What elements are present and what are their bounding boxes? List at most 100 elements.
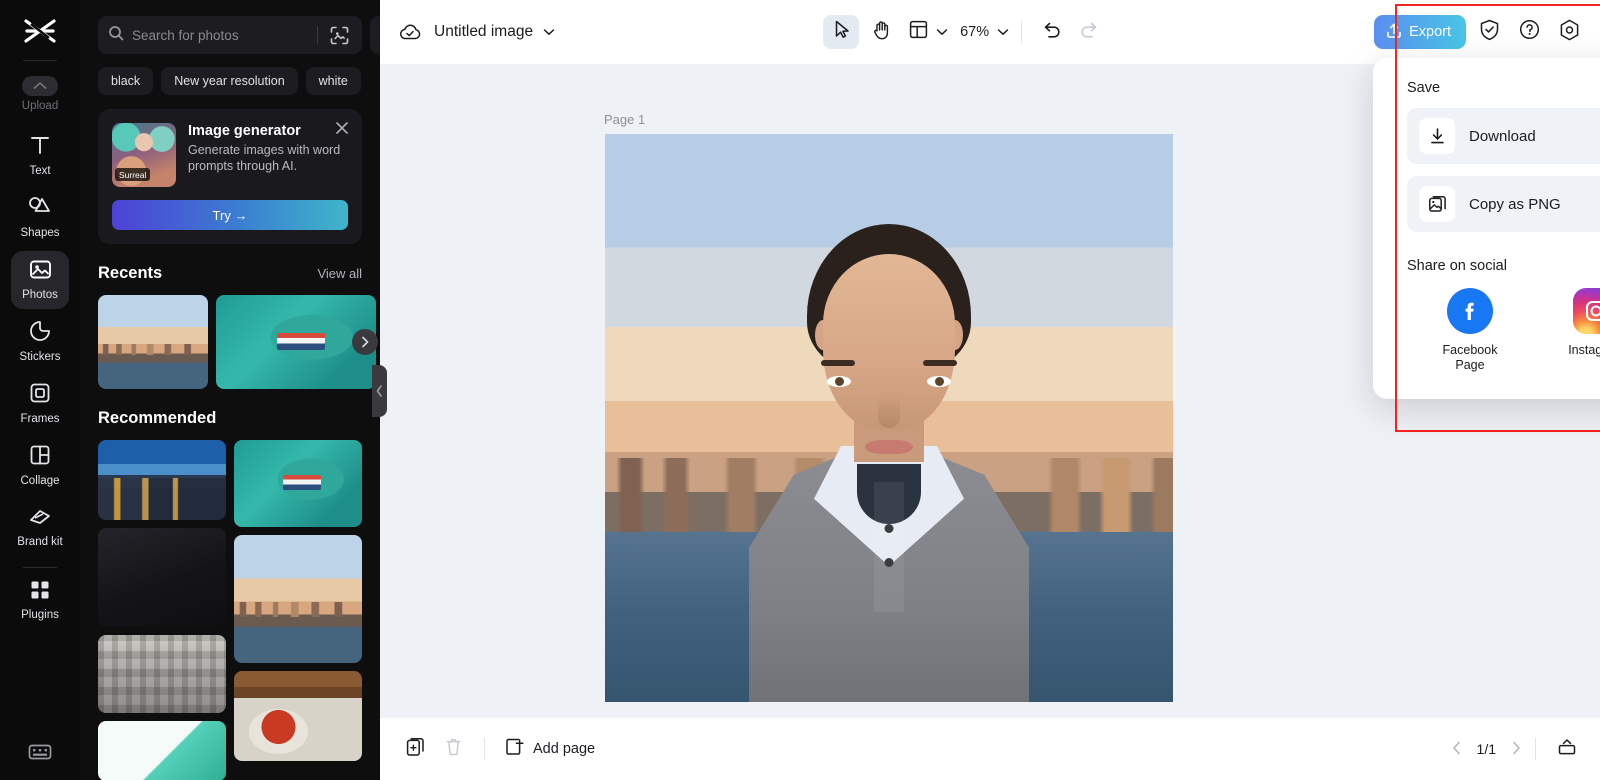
chevron-down-icon	[543, 23, 555, 41]
recommended-photo-dark-texture[interactable]	[98, 528, 226, 627]
help-circle-icon	[1519, 19, 1540, 45]
search-input[interactable]	[132, 27, 309, 43]
photos-panel-inner: black New year resolution white Surreal …	[80, 0, 380, 780]
page-indicator: 1/1	[1476, 741, 1496, 757]
recent-photo-nyc-skyline[interactable]	[98, 295, 208, 389]
download-menu-item[interactable]: Download	[1407, 108, 1600, 164]
masonry-column-left	[98, 440, 226, 780]
copy-as-png-menu-item[interactable]: Copy as PNG	[1407, 176, 1600, 232]
chip-black[interactable]: black	[98, 67, 154, 95]
hand-pan-tool-button[interactable]	[863, 15, 899, 49]
page-canvas[interactable]	[605, 134, 1173, 702]
chip-new-year-resolution[interactable]: New year resolution	[161, 67, 298, 95]
subject-brow-right	[821, 360, 855, 366]
panel-collapse-handle[interactable]	[372, 365, 387, 417]
cursor-select-tool-button[interactable]	[823, 15, 860, 49]
sidebar-item-label: Photos	[22, 288, 58, 301]
subject-placket	[874, 482, 904, 612]
export-upload-icon	[1386, 22, 1402, 43]
timeline-toggle-button[interactable]	[1550, 733, 1584, 765]
subject-eye-right	[827, 376, 851, 387]
promo-thumbnail: Surreal	[112, 123, 176, 187]
bottom-divider-2	[1535, 738, 1536, 760]
trash-icon	[445, 737, 462, 761]
undo-button[interactable]	[1034, 15, 1070, 49]
export-button-label: Export	[1409, 24, 1451, 40]
document-title-dropdown[interactable]: Untitled image	[434, 23, 555, 41]
search-icon	[108, 25, 124, 46]
duplicate-page-icon	[406, 737, 425, 762]
settings-button[interactable]	[1552, 15, 1586, 49]
redo-icon	[1079, 21, 1098, 43]
recommended-photo-city-night[interactable]	[98, 440, 226, 520]
chevron-left-icon[interactable]	[1452, 741, 1461, 758]
rail-bottom-area	[0, 743, 80, 766]
recents-header: Recents View all	[98, 264, 362, 283]
download-label: Download	[1469, 127, 1536, 145]
sidebar-item-brand-kit[interactable]: Brand kit	[11, 499, 69, 557]
capcut-logo-icon[interactable]	[19, 14, 61, 48]
cloud-check-icon[interactable]	[398, 22, 422, 42]
image-generator-promo-card[interactable]: Surreal Image generator Generate images …	[98, 109, 362, 244]
chevron-right-icon[interactable]	[1512, 741, 1521, 758]
cursor-select-icon	[833, 20, 850, 44]
share-instagram-button[interactable]: Instagram	[1561, 288, 1600, 373]
promo-try-button[interactable]: Try →	[112, 200, 348, 230]
recommended-photo-mint[interactable]	[98, 721, 226, 780]
frames-icon	[29, 382, 51, 409]
redo-button[interactable]	[1070, 15, 1106, 49]
sidebar-item-label: Collage	[20, 475, 60, 487]
recommended-photo-nyc-skyline[interactable]	[234, 535, 362, 663]
capcut-editor-app: Upload Text Shapes Photos Stickers Frame…	[0, 0, 1600, 780]
recents-next-arrow-icon[interactable]	[352, 329, 378, 355]
recommended-photo-temple[interactable]	[98, 635, 226, 713]
sidebar-item-upload[interactable]: Upload	[11, 65, 69, 123]
sidebar-item-collage[interactable]: Collage	[11, 437, 69, 495]
brand-kit-icon	[28, 507, 52, 532]
keyboard-icon[interactable]	[28, 743, 52, 766]
duplicate-page-button[interactable]	[398, 733, 432, 765]
hand-pan-icon	[872, 20, 891, 45]
sidebar-item-label: Plugins	[21, 609, 59, 621]
sidebar-item-photos[interactable]: Photos	[11, 251, 69, 309]
recents-title: Recents	[98, 264, 163, 282]
chip-white[interactable]: white	[305, 67, 361, 95]
recommended-photo-boat-sea[interactable]	[234, 440, 362, 527]
help-button[interactable]	[1512, 15, 1546, 49]
promo-top: Surreal Image generator Generate images …	[112, 123, 348, 187]
layout-icon	[909, 20, 928, 44]
add-page-button[interactable]: Add page	[499, 737, 601, 761]
zoom-chevron-down-icon[interactable]	[997, 28, 1009, 36]
promo-thumb-tag: Surreal	[115, 168, 151, 181]
rail-divider	[23, 60, 57, 61]
recommended-photo-food[interactable]	[234, 671, 362, 761]
top-toolbar: Untitled image 67% Export	[380, 0, 1600, 64]
sidebar-item-shapes[interactable]: Shapes	[11, 189, 69, 247]
canvas-portrait-subject[interactable]	[739, 202, 1039, 702]
sidebar-item-text[interactable]: Text	[11, 127, 69, 185]
search-divider	[317, 26, 318, 44]
sidebar-item-frames[interactable]: Frames	[11, 375, 69, 433]
recents-view-all-link[interactable]: View all	[317, 266, 362, 281]
promo-subtitle: Generate images with word prompts throug…	[188, 143, 341, 173]
shield-check-button[interactable]	[1472, 15, 1506, 49]
sidebar-item-stickers[interactable]: Stickers	[11, 313, 69, 371]
subject-eye-left	[927, 376, 951, 387]
filter-button[interactable]	[370, 16, 380, 54]
shapes-icon	[28, 196, 52, 223]
close-icon[interactable]	[335, 121, 349, 140]
add-page-icon	[505, 737, 524, 761]
save-section-label: Save	[1407, 80, 1441, 96]
stickers-icon	[29, 320, 51, 347]
delete-page-button[interactable]	[436, 733, 470, 765]
sidebar-item-plugins[interactable]: Plugins	[11, 572, 69, 630]
subject-button-1	[884, 524, 894, 533]
export-button[interactable]: Export	[1374, 15, 1466, 49]
chevron-down-icon	[936, 23, 948, 41]
recents-row	[98, 295, 378, 389]
search-box[interactable]	[98, 16, 362, 54]
share-facebook-page-button[interactable]: Facebook Page	[1435, 288, 1505, 373]
zoom-level-value: 67%	[960, 24, 990, 40]
layout-dropdown[interactable]	[909, 20, 948, 44]
image-search-icon[interactable]	[326, 22, 352, 48]
